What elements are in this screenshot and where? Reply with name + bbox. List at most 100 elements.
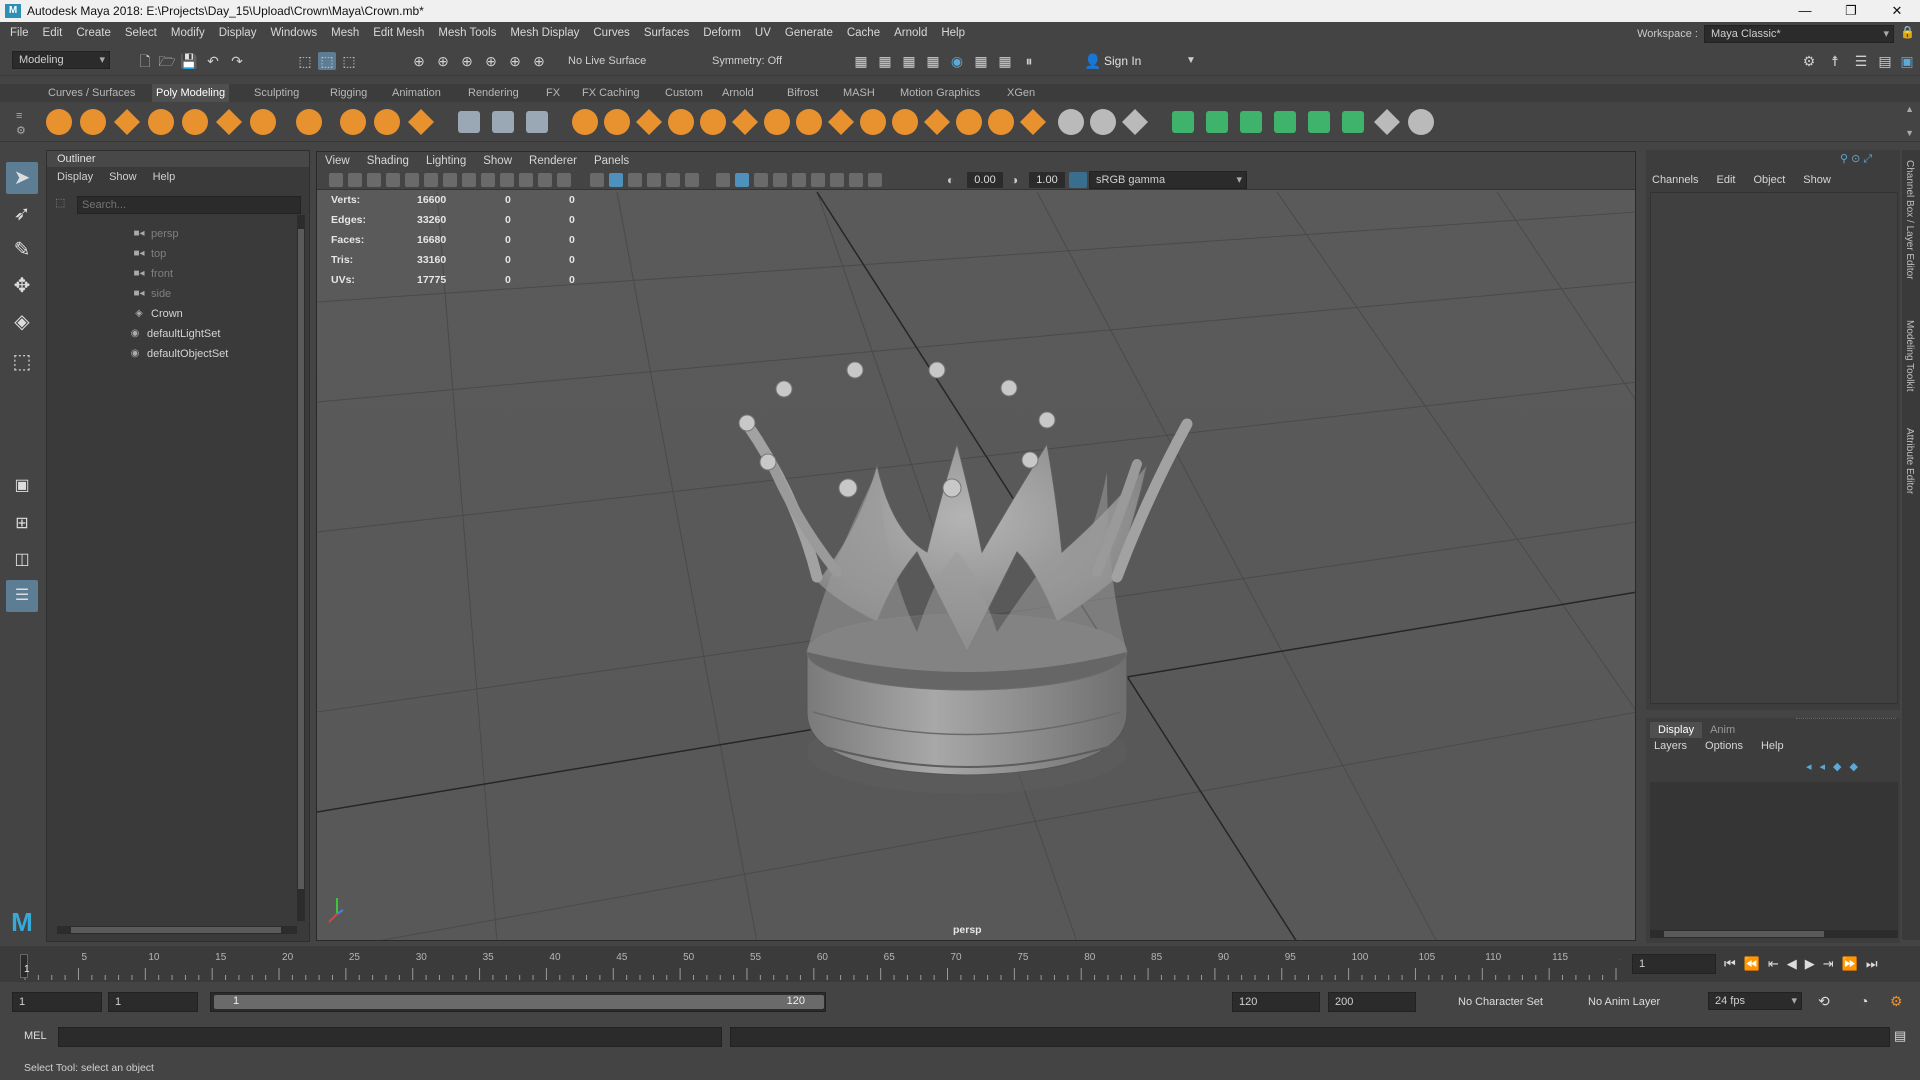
persp-viewport[interactable]: View Shading Lighting Show Renderer Panels ◐ ◑… [316, 151, 1636, 941]
animation-start-field[interactable]: 1 [12, 992, 102, 1012]
viewport-menu-show[interactable]: Show [483, 155, 512, 167]
grease-pencil-icon[interactable] [424, 173, 438, 187]
layer-menu-layers[interactable]: Layers [1654, 740, 1687, 752]
extrude-icon[interactable] [732, 109, 758, 135]
step-forward-frame-icon[interactable]: ⏩ [1842, 956, 1858, 972]
render-current-icon[interactable]: ▦ [876, 52, 894, 70]
cut-uv-icon[interactable] [1408, 109, 1434, 135]
combine-icon[interactable] [572, 109, 598, 135]
mel-label[interactable]: MEL [24, 1030, 47, 1042]
close-button[interactable]: ✕ [1874, 0, 1920, 22]
play-backward-icon[interactable]: ◀ [1787, 956, 1797, 972]
time-slider[interactable]: 5 10 15 20 25 30 35 40 45 50 55 60 65 70 75 80 85 90 95 100… [0, 946, 1920, 982]
shelf-tab-bifrost[interactable]: Bifrost [783, 84, 822, 102]
step-back-key-icon[interactable]: ⇤ [1768, 956, 1779, 972]
shelf-scroll-down-icon[interactable]: ▼ [1905, 128, 1914, 138]
render-sequence-icon[interactable]: ▦ [972, 52, 990, 70]
multi-cut-icon[interactable] [1058, 109, 1084, 135]
outliner-layout-icon[interactable]: ☰ [6, 580, 38, 612]
live-surface-field[interactable]: No Live Surface [562, 52, 658, 70]
shelf-tab-motion-graphics[interactable]: Motion Graphics [896, 84, 984, 102]
redo-icon[interactable]: ↷ [228, 52, 246, 70]
script-editor-icon[interactable]: ▤ [1894, 1028, 1912, 1046]
shelf-tab-custom[interactable]: Custom [661, 84, 707, 102]
viewport-menu-renderer[interactable]: Renderer [529, 155, 577, 167]
outliner-search-input[interactable] [77, 196, 301, 214]
2d-pan-zoom-icon[interactable] [405, 173, 419, 187]
viewport-menu-panels[interactable]: Panels [594, 155, 629, 167]
gate-mask-icon[interactable] [500, 173, 514, 187]
select-tool-icon[interactable]: ➤ [6, 162, 38, 194]
select-component-icon[interactable]: ⬚ [340, 52, 358, 70]
filter-icon[interactable]: ⬚ [55, 196, 71, 212]
open-scene-icon[interactable]: 🗁 [158, 52, 176, 70]
super-shape-icon[interactable] [340, 109, 366, 135]
menu-cache[interactable]: Cache [840, 27, 887, 39]
arnold-render-icon[interactable]: ▦ [996, 52, 1014, 70]
screen-space-ao-icon[interactable] [735, 173, 749, 187]
channel-box-menu-object[interactable]: Object [1753, 174, 1785, 186]
gamma-field[interactable]: 1.00 [1029, 172, 1065, 188]
field-chart-icon[interactable] [519, 173, 533, 187]
viewport-menu-lighting[interactable]: Lighting [426, 155, 466, 167]
wireframe-on-shaded-icon[interactable] [647, 173, 661, 187]
exposure-icon[interactable]: ◐ [947, 173, 961, 187]
poly-cube-icon[interactable] [80, 109, 106, 135]
minimize-button[interactable]: — [1782, 0, 1828, 22]
single-view-layout-icon[interactable]: ▣ [6, 470, 38, 502]
workspace-dropdown[interactable]: Maya Classic* [1704, 25, 1894, 43]
shelf-tab-rendering[interactable]: Rendering [464, 84, 523, 102]
scale-tool-icon[interactable]: ⬚ [6, 346, 38, 378]
outliner-menu-display[interactable]: Display [57, 171, 93, 183]
undo-icon[interactable]: ↶ [204, 52, 222, 70]
triangulate-icon[interactable] [924, 109, 950, 135]
four-view-layout-icon[interactable]: ⊞ [6, 508, 38, 540]
new-scene-icon[interactable]: 🗋 [136, 52, 154, 70]
step-forward-key-icon[interactable]: ⇥ [1823, 956, 1834, 972]
camera-attributes-icon[interactable] [348, 173, 362, 187]
fps-dropdown[interactable]: 24 fps [1708, 992, 1802, 1010]
outliner-menu-help[interactable]: Help [153, 171, 176, 183]
shelf-tab-fx-caching[interactable]: FX Caching [578, 84, 643, 102]
shelf-tab-arnold[interactable]: Arnold [718, 84, 758, 102]
layout-uv-icon[interactable] [1374, 109, 1400, 135]
merge-icon[interactable] [860, 109, 886, 135]
viewport-menu-shading[interactable]: Shading [367, 155, 409, 167]
layer-hscrollbar[interactable] [1650, 930, 1898, 938]
loop-icon[interactable]: ⟲ [1818, 993, 1830, 1010]
wedge-icon[interactable] [1020, 109, 1046, 135]
outliner-item-defaultobjectset[interactable]: ◉ defaultObjectSet [127, 345, 229, 363]
append-icon[interactable] [828, 109, 854, 135]
shelf-tab-xgen[interactable]: XGen [1003, 84, 1039, 102]
smooth-icon[interactable] [492, 111, 514, 133]
side-tab-attribute-editor[interactable]: Attribute Editor [1904, 428, 1915, 494]
extract-icon[interactable] [636, 109, 662, 135]
outliner-item-top[interactable]: ■◂ top [131, 245, 166, 263]
maximize-button[interactable]: ❐ [1828, 0, 1874, 22]
menu-edit[interactable]: Edit [36, 27, 70, 39]
collapse-icon[interactable] [892, 109, 918, 135]
snap-point-icon[interactable]: ⊕ [458, 52, 476, 70]
boolean-icon[interactable] [668, 109, 694, 135]
wireframe-icon[interactable] [590, 173, 604, 187]
outliner-item-persp[interactable]: ■◂ persp [131, 225, 178, 243]
poly-sphere-icon[interactable] [46, 109, 72, 135]
pause-icon[interactable]: ⏸ [1020, 52, 1038, 70]
viewport-menu-view[interactable]: View [325, 155, 350, 167]
modeling-toolkit-icon[interactable]: ⚙ [1800, 52, 1818, 70]
render-settings-icon[interactable]: ▦ [924, 52, 942, 70]
smooth-shade-icon[interactable] [609, 173, 623, 187]
two-view-layout-icon[interactable]: ◫ [6, 544, 38, 576]
menu-mesh[interactable]: Mesh [324, 27, 366, 39]
play-forward-icon[interactable]: ▶ [1805, 956, 1815, 972]
safe-title-icon[interactable] [557, 173, 571, 187]
platonic-solid-icon[interactable] [296, 109, 322, 135]
shelf-tab-rigging[interactable]: Rigging [326, 84, 371, 102]
select-hierarchy-icon[interactable]: ⬚ [296, 52, 314, 70]
menu-generate[interactable]: Generate [778, 27, 840, 39]
planar-map-icon[interactable] [1206, 111, 1228, 133]
mirror-icon[interactable] [458, 111, 480, 133]
poly-disc-icon[interactable] [250, 109, 276, 135]
animation-prefs-icon[interactable]: ⚙ [1890, 993, 1903, 1010]
save-scene-icon[interactable]: 💾 [180, 52, 198, 70]
